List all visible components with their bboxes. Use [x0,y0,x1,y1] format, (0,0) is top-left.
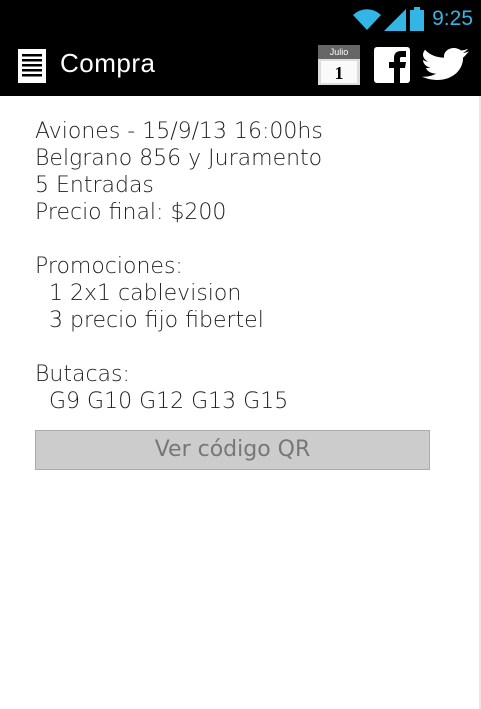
page-title: Compra [60,48,156,78]
event-line: Aviones - 15/9/13 16:00hs [35,119,323,144]
purchase-details: Aviones - 15/9/13 16:00hs Belgrano 856 y… [35,118,455,415]
calendar-day: 1 [335,63,344,83]
calendar-icon[interactable]: Julio 1 [318,45,360,85]
calendar-month: Julio [330,47,349,57]
address: Belgrano 856 y Juramento [35,146,323,171]
status-bar: 9:25 [0,0,481,38]
promotion-item: 3 precio fijo fibertel [49,308,264,333]
menu-icon[interactable] [18,49,46,83]
clock: 9:25 [432,7,473,30]
final-price: Precio final: $200 [35,200,227,225]
view-qr-code-button[interactable]: Ver código QR [35,430,430,470]
status-icons: 9:25 [352,5,473,33]
seats-label: Butacas: [35,362,130,387]
wifi-icon [353,9,382,30]
signal-icon [384,9,407,31]
tickets-count: 5 Entradas [35,173,154,198]
action-bar: Compra Julio 1 [0,38,481,96]
battery-icon [410,7,425,31]
promotion-item: 1 2x1 cablevision [49,281,242,306]
twitter-icon[interactable] [422,48,470,82]
promotions-label: Promociones: [35,254,183,279]
seats-list: G9 G10 G12 G13 G15 [49,389,289,414]
facebook-icon[interactable] [374,47,410,83]
